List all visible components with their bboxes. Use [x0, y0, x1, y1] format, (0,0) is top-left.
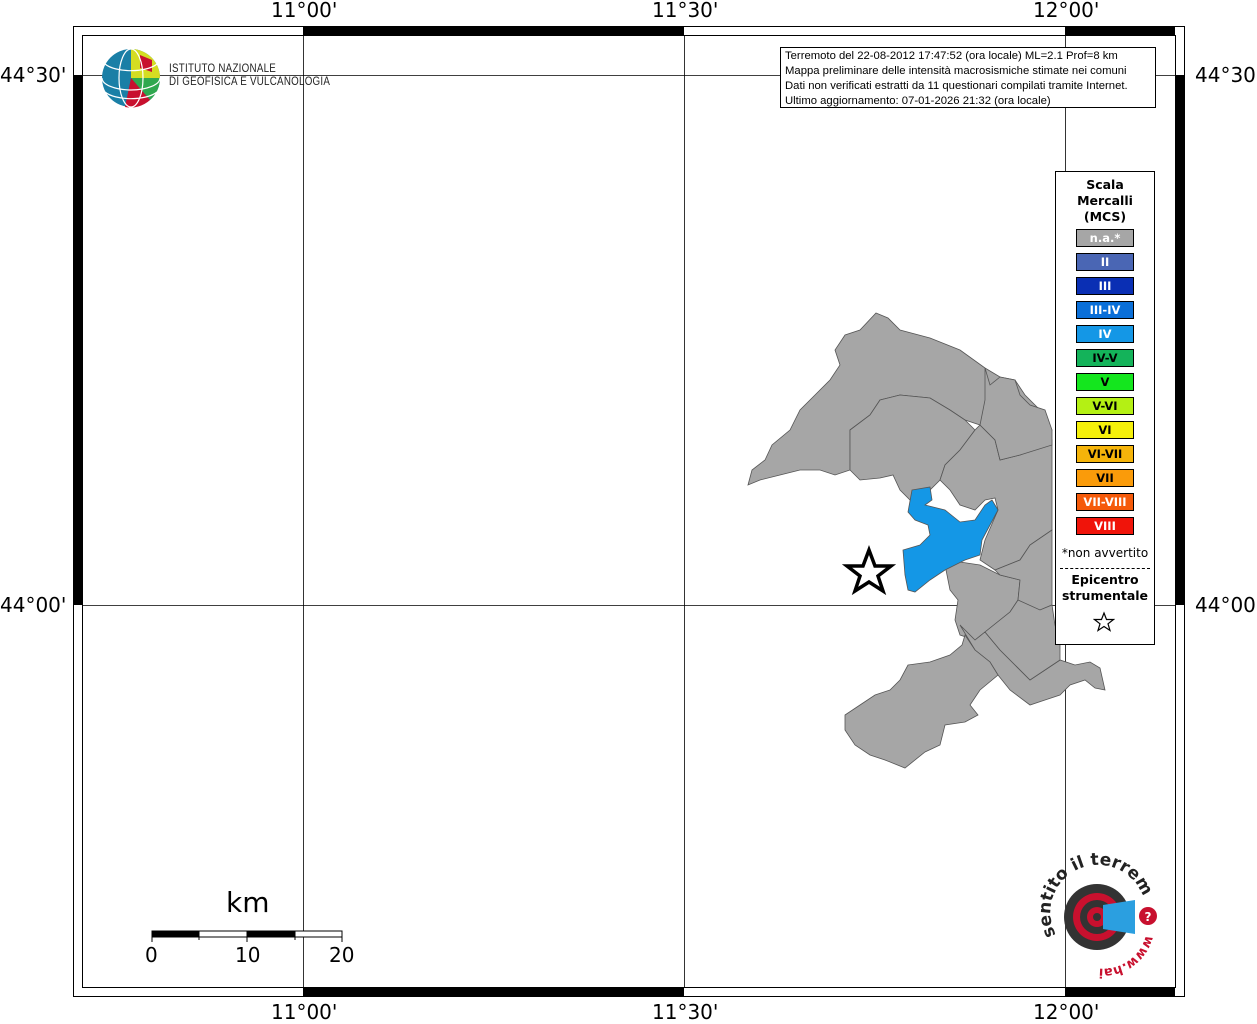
- earthquake-info-box: Terremoto del 22-08-2012 17:47:52 (ora l…: [780, 47, 1156, 108]
- lat-label-left-1: 44°30': [0, 63, 67, 87]
- legend-swatch: IV: [1076, 325, 1134, 343]
- scale-tick-10: 10: [235, 943, 261, 967]
- legend-swatch: VIII: [1076, 517, 1134, 535]
- legend-note: *non avvertito: [1061, 546, 1149, 560]
- lat-label-right-1: 44°30': [1195, 63, 1257, 87]
- info-line-4: Ultimo aggiornamento: 07-01-2026 21:32 (…: [785, 95, 1051, 107]
- lon-label-bottom-3: 12°00': [1033, 1000, 1100, 1024]
- legend-swatch: II: [1076, 253, 1134, 271]
- legend-swatch: III: [1076, 277, 1134, 295]
- scale-tick-0: 0: [145, 943, 158, 967]
- scale-bar: [151, 930, 343, 942]
- info-line-1: Terremoto del 22-08-2012 17:47:52 (ora l…: [785, 50, 1118, 62]
- legend-epi-line-1: Epicentro: [1071, 572, 1139, 587]
- info-line-3: Dati non verificati estratti da 11 quest…: [785, 80, 1128, 92]
- legend-title-1: Scala: [1086, 177, 1124, 192]
- legend-swatch: III-IV: [1076, 301, 1134, 319]
- legend-swatch: VI: [1076, 421, 1134, 439]
- ingv-globe-icon: [101, 48, 161, 108]
- lat-label-right-2: 44°00': [1195, 593, 1257, 617]
- legend-swatch: VI-VII: [1076, 445, 1134, 463]
- legend-epi-line-2: strumentale: [1061, 588, 1149, 603]
- scale-tick-20: 20: [329, 943, 355, 967]
- legend-title-2: Mercalli: [1077, 193, 1133, 208]
- svg-text:?: ?: [1145, 910, 1152, 924]
- lon-label-bottom-1: 11°00': [271, 1000, 338, 1024]
- legend-swatch: VII: [1076, 469, 1134, 487]
- lon-label-top-1: 11°00': [271, 0, 338, 22]
- institute-name: ISTITUTO NAZIONALE DI GEOFISICA E VULCAN…: [169, 63, 330, 89]
- municipality-southwest: [844, 634, 999, 769]
- lon-label-top-2: 11°30': [652, 0, 719, 22]
- institute-line-1: ISTITUTO NAZIONALE: [169, 63, 277, 75]
- legend-swatch: VII-VIII: [1076, 493, 1134, 511]
- legend-swatch: V: [1076, 373, 1134, 391]
- lon-label-top-3: 12°00': [1033, 0, 1100, 22]
- legend-star-icon: [1093, 611, 1115, 632]
- legend-epicenter-label: Epicentro strumentale: [1056, 572, 1154, 604]
- intensity-legend: Scala Mercalli (MCS) n.a.* II III III-IV IV I…: [1055, 171, 1155, 645]
- legend-title: Scala Mercalli (MCS): [1056, 177, 1154, 225]
- info-line-2: Mappa preliminare delle intensità macros…: [785, 65, 1127, 77]
- epicenter-star[interactable]: [841, 545, 897, 596]
- institute-line-2: DI GEOFISICA E VULCANOLOGIA: [169, 76, 331, 88]
- scale-unit-label: km: [226, 886, 270, 919]
- lon-label-bottom-2: 11°30': [652, 1000, 719, 1024]
- legend-divider: [1060, 568, 1150, 569]
- legend-swatch: n.a.*: [1076, 229, 1134, 247]
- legend-swatch: V-VI: [1076, 397, 1134, 415]
- legend-title-3: (MCS): [1083, 209, 1127, 224]
- legend-swatch: IV-V: [1076, 349, 1134, 367]
- lat-label-left-2: 44°00': [0, 593, 67, 617]
